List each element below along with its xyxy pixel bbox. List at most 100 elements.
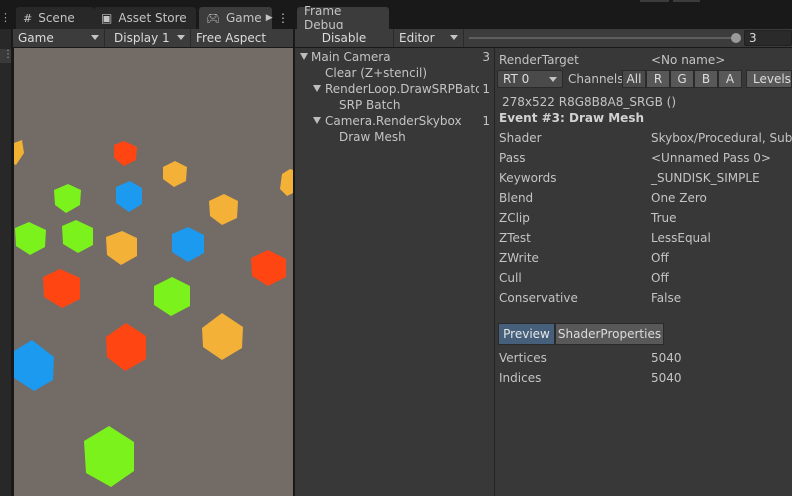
play-arrow-icon: ▶ xyxy=(265,13,273,23)
expand-arrow-icon[interactable] xyxy=(313,117,321,124)
prop-name: Shader xyxy=(499,131,542,145)
channel-b-label: B xyxy=(701,72,711,86)
event-slider-track[interactable] xyxy=(469,37,735,39)
window-button[interactable] xyxy=(673,0,700,2)
channel-a-label: A xyxy=(725,72,735,86)
tree-item[interactable]: Camera.RenderSkybox 1 xyxy=(295,113,494,129)
gamepad-icon: 🎮︎ xyxy=(206,11,220,25)
target-dropdown[interactable]: Editor xyxy=(394,29,464,47)
shopping-bag-icon: ▣ xyxy=(101,11,113,25)
prop-value: Skybox/Procedural, SubS xyxy=(651,131,792,145)
tab-preview[interactable]: Preview xyxy=(498,323,555,345)
prop-value: Off xyxy=(651,271,669,285)
tab-asset-store[interactable]: ▣ Asset Store xyxy=(94,7,196,29)
prop-value: LessEqual xyxy=(651,231,711,245)
tree-item-count: 1 xyxy=(482,114,490,128)
window-button[interactable] xyxy=(640,0,669,2)
tab-shader-properties[interactable]: ShaderProperties xyxy=(555,323,664,345)
cube xyxy=(154,277,190,316)
event-details: RenderTarget <No name> RT 0 Channels All… xyxy=(495,48,792,496)
tree-item[interactable]: SRP Batch xyxy=(295,97,494,113)
prop-value: False xyxy=(651,291,682,305)
game-menu-icon[interactable]: ⋮ xyxy=(277,11,289,25)
cube xyxy=(163,161,187,187)
tree-item[interactable]: Clear (Z+stencil) xyxy=(295,65,494,81)
channel-a-button[interactable]: A xyxy=(718,70,742,88)
cube xyxy=(209,194,238,225)
display-label: Display 1 xyxy=(114,31,170,45)
chevron-down-icon xyxy=(549,77,557,82)
rt-dropdown[interactable]: RT 0 xyxy=(497,70,563,88)
left-panel-edge: ⋮ xyxy=(0,29,13,496)
display-dropdown[interactable]: Display 1 xyxy=(109,29,191,47)
tab-scene-label: Scene xyxy=(38,11,75,25)
tab-frame-debug[interactable]: Frame Debug xyxy=(297,4,389,32)
expand-arrow-icon[interactable] xyxy=(300,53,308,60)
prop-name: Pass xyxy=(499,151,526,165)
tab-asset-store-label: Asset Store xyxy=(118,11,187,25)
cube xyxy=(15,222,46,255)
chevron-down-icon xyxy=(450,35,458,40)
cube xyxy=(54,184,81,213)
event-slider-handle[interactable] xyxy=(731,33,741,43)
tree-item-label: SRP Batch xyxy=(339,98,401,112)
target-label: Editor xyxy=(399,31,435,45)
aspect-label: Free Aspect xyxy=(196,31,267,45)
channel-all-button[interactable]: All xyxy=(622,70,646,88)
cube xyxy=(116,181,142,212)
tree-item-count: 1 xyxy=(482,82,490,96)
event-index-value: 3 xyxy=(749,31,757,45)
levels-button[interactable]: Levels xyxy=(746,70,792,88)
frame-debug-tabbar: Frame Debug xyxy=(295,0,792,32)
prop-name: ZTest xyxy=(499,231,531,245)
render-target-value: <No name> xyxy=(651,53,726,67)
tree-item[interactable]: Draw Mesh xyxy=(295,129,494,145)
channel-g-button[interactable]: G xyxy=(670,70,694,88)
prop-value: True xyxy=(651,211,677,225)
expand-arrow-icon[interactable] xyxy=(313,85,321,92)
levels-label: Levels xyxy=(753,72,791,86)
prop-name: ZClip xyxy=(499,211,530,225)
tab-shader-properties-label: ShaderProperties xyxy=(557,327,662,341)
tab-game[interactable]: 🎮︎ Game ▶ xyxy=(199,7,273,29)
cube xyxy=(14,340,54,391)
tree-item-label: Draw Mesh xyxy=(339,130,406,144)
rt-dropdown-label: RT 0 xyxy=(503,72,530,86)
cube xyxy=(202,313,243,360)
game-view-dropdown[interactable]: Game xyxy=(13,29,105,47)
cube xyxy=(43,269,80,308)
channels-label: Channels xyxy=(568,72,624,86)
prop-name: ZWrite xyxy=(499,251,539,265)
tree-item-label: Main Camera xyxy=(311,50,391,64)
prop-name: Conservative xyxy=(499,291,578,305)
game-viewport[interactable] xyxy=(14,48,293,496)
prop-value: <Unnamed Pass 0> xyxy=(651,151,771,165)
event-index-field[interactable]: 3 xyxy=(744,30,792,46)
tab-frame-debug-label: Frame Debug xyxy=(304,4,344,32)
channel-g-label: G xyxy=(677,72,687,86)
cubes-scene xyxy=(14,140,293,487)
tree-item-count: 3 xyxy=(482,50,490,64)
tree-item[interactable]: RenderLoop.DrawSRPBatcher 1 xyxy=(295,81,494,97)
tree-item[interactable]: Main Camera 3 xyxy=(295,49,494,65)
aspect-dropdown[interactable]: Free Aspect xyxy=(191,29,293,47)
tab-scene[interactable]: # Scene xyxy=(16,7,94,29)
channel-r-button[interactable]: R xyxy=(646,70,670,88)
disable-label: Disable xyxy=(321,31,367,45)
prop-name: Keywords xyxy=(499,171,557,185)
prop-name: Blend xyxy=(499,191,534,205)
tree-item-label: Camera.RenderSkybox xyxy=(325,114,462,128)
prop-value: Off xyxy=(651,251,669,265)
tab-game-label: Game xyxy=(225,11,262,25)
prop-value: _SUNDISK_SIMPLE xyxy=(651,171,760,185)
grid-icon: # xyxy=(23,11,33,25)
event-title: Event #3: Draw Mesh xyxy=(499,111,645,125)
side-handle-icon[interactable]: ⋮ xyxy=(0,49,13,63)
cube xyxy=(14,140,24,165)
cube xyxy=(114,141,137,166)
channel-r-label: R xyxy=(653,72,663,86)
cube xyxy=(62,220,93,253)
channel-b-button[interactable]: B xyxy=(694,70,718,88)
menu-dots-icon[interactable]: ⋮ xyxy=(0,11,11,24)
disable-button[interactable]: Disable xyxy=(295,29,394,47)
